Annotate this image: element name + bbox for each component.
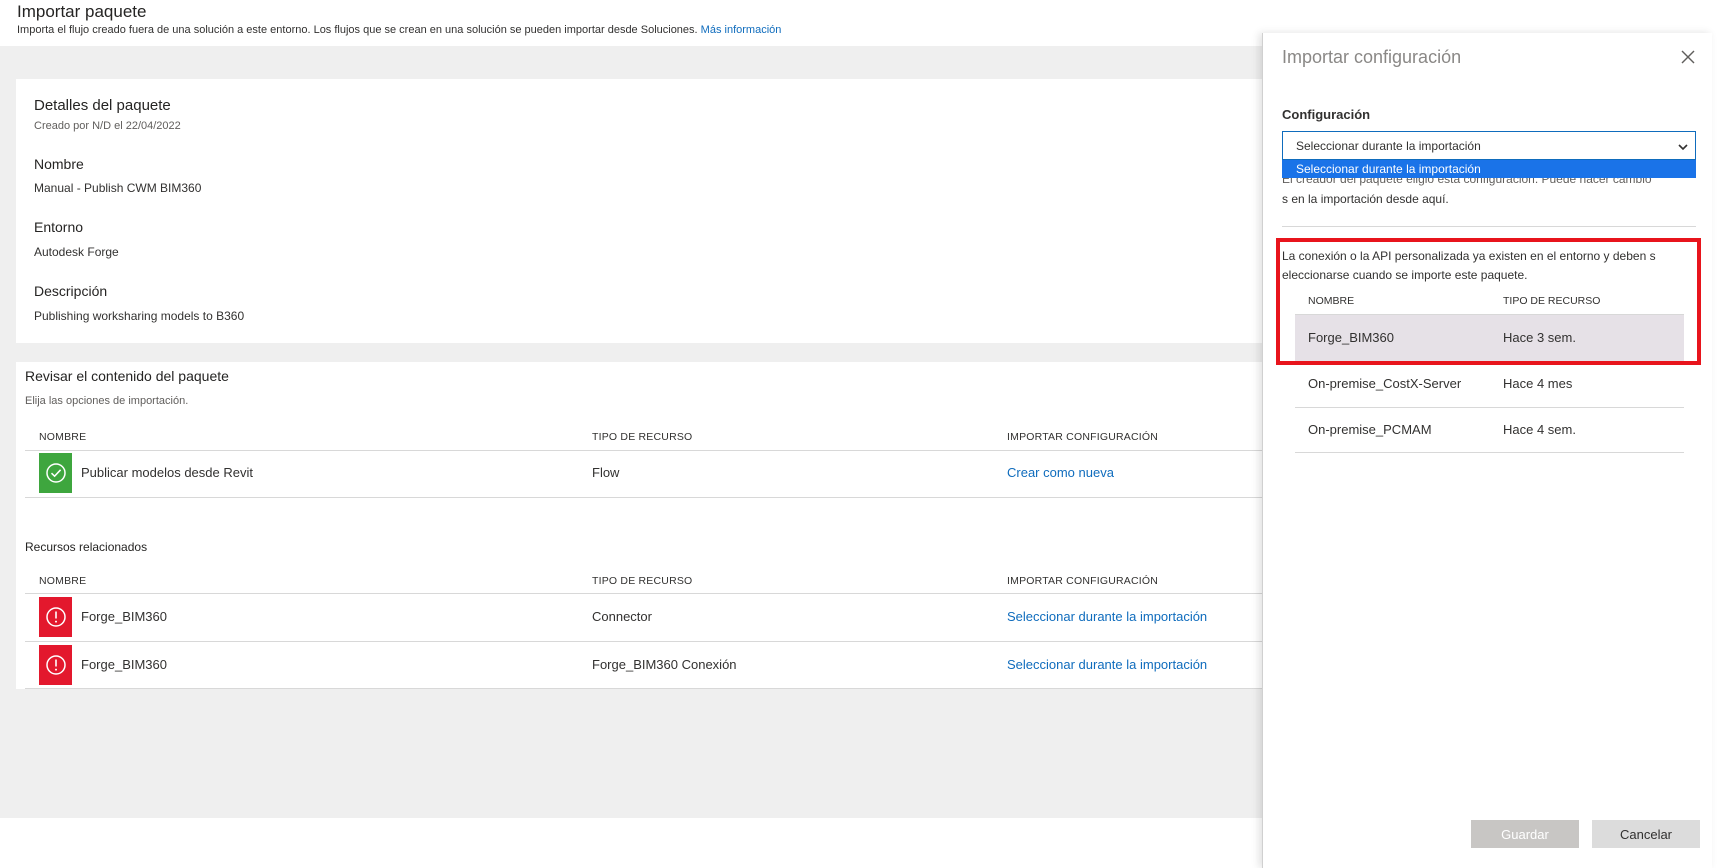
import-config-panel: Importar configuración Configuración El … <box>1262 33 1712 868</box>
column-header-import-config: IMPORTAR CONFIGURACIÓN <box>1007 575 1159 587</box>
field-label-environment: Entorno <box>34 219 84 235</box>
page-subtitle-text: Importa el flujo creado fuera de una sol… <box>17 24 698 36</box>
connection-name: On-premise_CostX-Server <box>1308 376 1462 391</box>
error-circle-icon <box>45 607 66 627</box>
column-header-type: TIPO DE RECURSO <box>592 431 693 443</box>
row-type: Flow <box>592 465 620 480</box>
close-button[interactable] <box>1676 45 1700 69</box>
column-header-name: NOMBRE <box>39 575 87 587</box>
field-label-description: Descripción <box>34 283 108 299</box>
page-title: Importar paquete <box>17 2 147 21</box>
save-button[interactable]: Guardar <box>1471 820 1579 848</box>
details-heading: Detalles del paquete <box>34 97 171 114</box>
column-header-name: NOMBRE <box>39 431 87 443</box>
divider <box>25 688 1262 689</box>
more-info-link[interactable]: Más información <box>701 24 782 36</box>
configuration-label: Configuración <box>1282 107 1371 122</box>
divider <box>1282 226 1696 227</box>
field-label-name: Nombre <box>34 156 84 172</box>
status-ok-badge <box>39 453 72 493</box>
panel-description-line-2: s en la importación desde aquí. <box>1282 192 1449 206</box>
column-header-type: TIPO DE RECURSO <box>592 575 693 587</box>
row-type: Forge_BIM360 Conexión <box>592 657 737 672</box>
review-subtitle: Elija las opciones de importación. <box>25 395 189 407</box>
table-row[interactable]: Publicar modelos desde Revit Flow Crear … <box>25 451 1262 497</box>
field-value-environment: Autodesk Forge <box>34 245 119 259</box>
review-title: Revisar el contenido del paquete <box>25 368 229 384</box>
select-during-import-link[interactable]: Seleccionar durante la importación <box>1007 609 1207 624</box>
highlight-annotation-box <box>1276 238 1701 365</box>
row-name: Publicar modelos desde Revit <box>81 465 253 480</box>
status-error-badge <box>39 645 72 685</box>
table-row[interactable]: Forge_BIM360 Forge_BIM360 Conexión Selec… <box>25 642 1262 689</box>
related-resources-title: Recursos relacionados <box>25 540 148 554</box>
divider <box>1295 452 1684 453</box>
review-package-card: Revisar el contenido del paquete Elija l… <box>16 362 1262 689</box>
connection-age: Hace 4 mes <box>1503 376 1573 391</box>
page-subtitle: Importa el flujo creado fuera de una sol… <box>17 24 781 36</box>
field-value-name: Manual - Publish CWM BIM360 <box>34 181 202 195</box>
panel-title: Importar configuración <box>1282 47 1462 67</box>
row-name: Forge_BIM360 <box>81 657 167 672</box>
cancel-button[interactable]: Cancelar <box>1592 820 1700 848</box>
package-details-card: Detalles del paquete Creado por N/D el 2… <box>16 79 1262 343</box>
connection-row[interactable]: On-premise_CostX-Server Hace 4 mes <box>1295 362 1684 408</box>
details-created-by: Creado por N/D el 22/04/2022 <box>34 120 181 132</box>
configuration-select[interactable]: Seleccionar durante la importación <box>1282 131 1696 160</box>
connection-age: Hace 4 sem. <box>1503 422 1576 437</box>
divider <box>25 497 1262 498</box>
row-type: Connector <box>592 609 652 624</box>
connection-row[interactable]: On-premise_PCMAM Hace 4 sem. <box>1295 408 1684 454</box>
row-name: Forge_BIM360 <box>81 609 167 624</box>
status-error-badge <box>39 597 72 637</box>
check-circle-icon <box>45 463 66 483</box>
table-row[interactable]: Forge_BIM360 Connector Seleccionar duran… <box>25 594 1262 641</box>
chevron-down-icon <box>1677 140 1689 152</box>
connection-name: On-premise_PCMAM <box>1308 422 1432 437</box>
create-new-link[interactable]: Crear como nueva <box>1007 465 1114 480</box>
error-circle-icon <box>45 655 66 675</box>
dropdown-option[interactable]: Seleccionar durante la importación <box>1282 160 1696 178</box>
select-current-value: Seleccionar durante la importación <box>1296 139 1481 153</box>
close-icon <box>1681 50 1695 64</box>
column-header-import-config: IMPORTAR CONFIGURACIÓN <box>1007 431 1159 443</box>
field-value-description: Publishing worksharing models to B360 <box>34 309 245 323</box>
select-during-import-link[interactable]: Seleccionar durante la importación <box>1007 657 1207 672</box>
